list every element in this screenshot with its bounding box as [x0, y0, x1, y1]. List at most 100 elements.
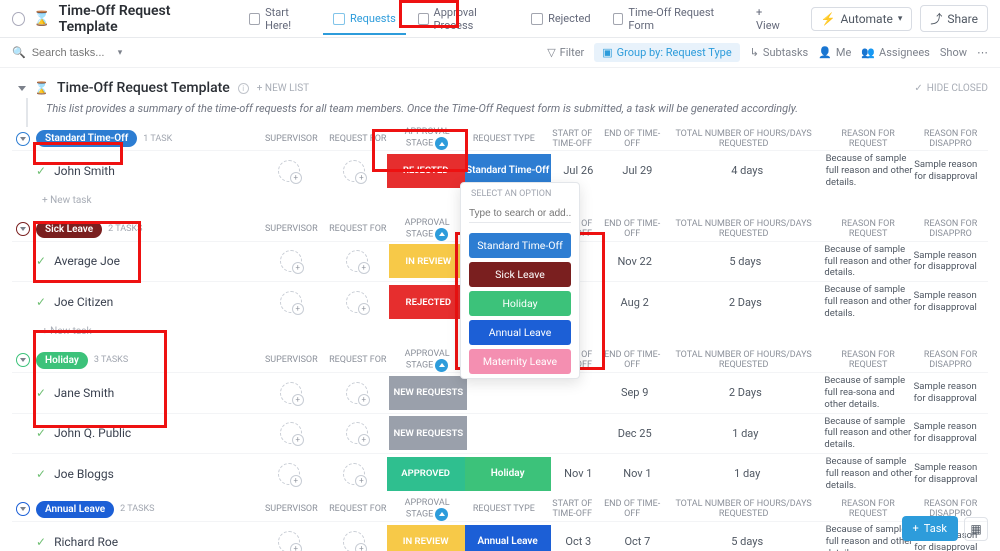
search-input[interactable] — [32, 47, 112, 59]
col-reason[interactable]: REASON FOR REQUEST — [823, 350, 913, 370]
col-supervisor[interactable]: SUPERVISOR — [258, 355, 325, 365]
groupby-button[interactable]: ▣Group by: Request Type — [594, 43, 739, 62]
sort-indicator-icon[interactable] — [435, 137, 448, 150]
col-reason[interactable]: REASON FOR REQUEST — [823, 219, 913, 239]
total-days[interactable]: 2 Days — [729, 386, 762, 399]
end-date[interactable]: Jul 29 — [622, 164, 652, 177]
group-name-pill[interactable]: Holiday — [36, 352, 88, 369]
reason-text[interactable]: Because of sample full reason and other … — [824, 242, 913, 282]
dropdown-option[interactable]: Holiday — [469, 291, 571, 316]
col-end[interactable]: END OF TIME-OFF — [600, 129, 664, 149]
disapproval-text[interactable]: Sample reason for disapproval — [914, 379, 988, 407]
assign-supervisor[interactable] — [280, 291, 302, 313]
reason-text[interactable]: Because of sample full reason and other … — [826, 522, 915, 551]
dropdown-option[interactable]: Standard Time-Off — [469, 233, 571, 258]
group-name-pill[interactable]: Sick Leave — [36, 221, 102, 238]
total-days[interactable]: 1 day — [734, 467, 760, 480]
tab-start-here[interactable]: Start Here! — [239, 0, 321, 42]
col-start[interactable]: START OF TIME-OFF — [544, 129, 600, 149]
dropdown-option[interactable]: Sick Leave — [469, 262, 571, 287]
sort-indicator-icon[interactable] — [435, 508, 448, 521]
col-approval-stage[interactable]: APPROVAL STAGE — [391, 349, 464, 372]
col-supervisor[interactable]: SUPERVISOR — [258, 134, 325, 144]
assign-request-for[interactable] — [346, 250, 368, 272]
group-name-pill[interactable]: Annual Leave — [36, 501, 114, 518]
assign-supervisor[interactable] — [278, 531, 300, 551]
more-icon[interactable]: ⋯ — [977, 46, 988, 59]
assign-request-for[interactable] — [343, 463, 365, 485]
col-total[interactable]: TOTAL NUMBER OF HOURS/DAYS REQUESTED — [664, 219, 823, 239]
task-name[interactable]: John Q. Public — [54, 426, 131, 440]
task-name[interactable]: John Smith — [54, 164, 115, 178]
approval-stage-badge[interactable]: REJECTED — [387, 154, 465, 188]
end-date[interactable]: Oct 7 — [624, 535, 650, 548]
total-days[interactable]: 5 days — [731, 535, 763, 548]
col-request-for[interactable]: REQUEST FOR — [325, 355, 391, 365]
approval-stage-badge[interactable]: NEW REQUESTS — [389, 416, 467, 450]
col-end[interactable]: END OF TIME-OFF — [600, 350, 664, 370]
end-date[interactable]: Nov 1 — [623, 467, 651, 480]
info-icon[interactable]: i — [238, 83, 249, 94]
assignees-button[interactable]: 👥Assignees — [861, 46, 930, 59]
task-row[interactable]: ✓ Richard Roe IN REVIEW Annual Leave Oct… — [12, 521, 988, 551]
col-approval-stage[interactable]: APPROVAL STAGE — [391, 498, 464, 521]
sort-indicator-icon[interactable] — [435, 359, 448, 372]
automate-button[interactable]: ⚡Automate▾ — [811, 7, 913, 31]
collapse-toggle[interactable] — [16, 222, 30, 236]
collapse-toggle[interactable] — [16, 132, 30, 146]
chevron-down-icon[interactable]: ▾ — [118, 48, 123, 58]
tab-approval[interactable]: Approval Process — [408, 0, 519, 42]
dropdown-option[interactable]: Maternity Leave — [469, 349, 571, 374]
collapse-toggle[interactable] — [16, 353, 30, 367]
col-reason[interactable]: REASON FOR REQUEST — [823, 499, 913, 519]
request-type-badge[interactable]: Holiday — [465, 457, 551, 491]
tab-rejected[interactable]: Rejected — [521, 2, 600, 35]
col-disapproval[interactable]: REASON FOR DISAPPRO — [913, 129, 988, 149]
disapproval-text[interactable]: Sample reason for disapproval — [914, 419, 988, 447]
new-list-button[interactable]: + NEW LIST — [257, 83, 309, 94]
col-request-for[interactable]: REQUEST FOR — [325, 504, 391, 514]
assign-supervisor[interactable] — [278, 160, 300, 182]
assign-supervisor[interactable] — [278, 463, 300, 485]
show-button[interactable]: Show — [940, 46, 967, 59]
task-row[interactable]: ✓ John Q. Public NEW REQUESTS Dec 25 1 d… — [12, 413, 988, 454]
task-name[interactable]: Average Joe — [54, 254, 120, 268]
approval-stage-badge[interactable]: REJECTED — [389, 285, 467, 319]
assign-request-for[interactable] — [343, 160, 365, 182]
search-box[interactable]: 🔍 ▾ — [12, 46, 142, 59]
assign-request-for[interactable] — [343, 531, 365, 551]
add-view[interactable]: + View — [741, 0, 795, 42]
tab-form[interactable]: Time-Off Request Form — [603, 0, 739, 42]
filter-button[interactable]: ▽Filter — [547, 46, 584, 59]
col-start[interactable]: START OF TIME-OFF — [544, 499, 600, 519]
col-total[interactable]: TOTAL NUMBER OF HOURS/DAYS REQUESTED — [664, 350, 823, 370]
col-supervisor[interactable]: SUPERVISOR — [258, 224, 325, 234]
reason-text[interactable]: Because of sample full rea-sona and othe… — [824, 373, 913, 413]
me-button[interactable]: 👤Me — [818, 46, 851, 59]
assign-supervisor[interactable] — [280, 250, 302, 272]
col-approval-stage[interactable]: APPROVAL STAGE — [391, 218, 464, 241]
task-name[interactable]: Jane Smith — [54, 386, 114, 400]
approval-stage-badge[interactable]: NEW REQUESTS — [389, 376, 467, 410]
disapproval-text[interactable]: Sample reason for disapproval — [914, 248, 988, 276]
start-date[interactable]: Oct 3 — [565, 535, 591, 548]
total-days[interactable]: 1 day — [732, 427, 758, 440]
total-days[interactable]: 2 Days — [729, 296, 762, 309]
share-button[interactable]: ⤴Share — [920, 5, 988, 32]
start-date[interactable]: Jul 26 — [563, 164, 593, 177]
col-disapproval[interactable]: REASON FOR DISAPPRO — [913, 350, 988, 370]
col-total[interactable]: TOTAL NUMBER OF HOURS/DAYS REQUESTED — [664, 129, 823, 149]
col-request-for[interactable]: REQUEST FOR — [325, 224, 391, 234]
dropdown-search-input[interactable] — [469, 205, 571, 223]
assign-request-for[interactable] — [346, 422, 368, 444]
col-disapproval[interactable]: REASON FOR DISAPPRO — [913, 219, 988, 239]
hide-closed-toggle[interactable]: ✓HIDE CLOSED — [914, 83, 988, 94]
assign-request-for[interactable] — [346, 382, 368, 404]
approval-stage-badge[interactable]: APPROVED — [387, 457, 465, 491]
request-type-dropdown[interactable]: SELECT AN OPTION Standard Time-OffSick L… — [460, 182, 580, 379]
assign-supervisor[interactable] — [280, 422, 302, 444]
disapproval-text[interactable]: Sample reason for disapproval — [914, 460, 988, 488]
col-total[interactable]: TOTAL NUMBER OF HOURS/DAYS REQUESTED — [664, 499, 823, 519]
task-name[interactable]: Richard Roe — [54, 535, 118, 549]
col-request-type[interactable]: REQUEST TYPE — [464, 504, 545, 514]
